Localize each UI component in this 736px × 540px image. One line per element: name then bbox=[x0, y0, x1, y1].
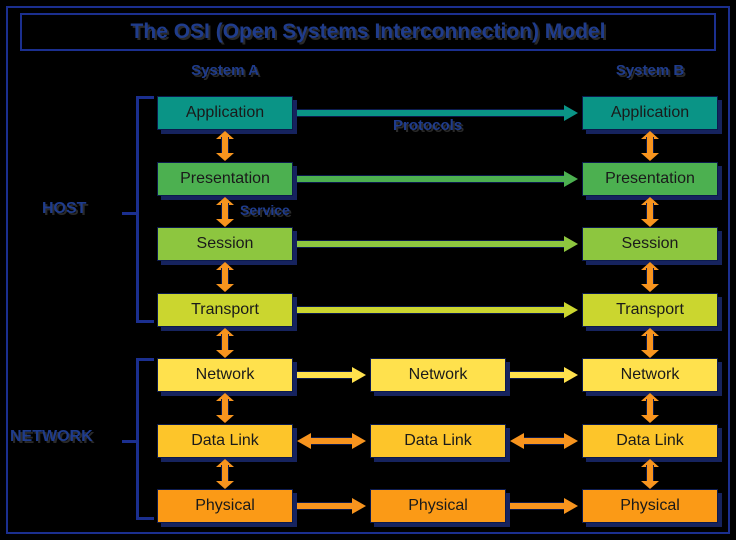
layer-box-label: Session bbox=[196, 235, 254, 252]
arrow-shaft bbox=[297, 306, 564, 314]
protocol-arrow-application bbox=[297, 105, 578, 121]
arrow-shaft bbox=[297, 371, 352, 379]
layer-box-application-system-b[interactable]: Application bbox=[582, 96, 718, 130]
arrow-shaft bbox=[297, 502, 352, 510]
arrowhead-down-icon bbox=[216, 350, 234, 358]
layer-box-network-system-a[interactable]: Network bbox=[157, 358, 293, 392]
arrowhead-right-icon bbox=[564, 498, 578, 514]
page-title: The OSI (Open Systems Interconnection) M… bbox=[130, 20, 606, 43]
arrowhead-down-icon bbox=[641, 153, 659, 161]
arrow-shaft bbox=[510, 371, 564, 379]
service-arrow-vertical bbox=[216, 197, 234, 227]
layer-box-label: Network bbox=[408, 366, 468, 383]
arrowhead-right-icon bbox=[564, 105, 578, 121]
arrow-shaft bbox=[311, 437, 352, 445]
layer-box-label: Physical bbox=[195, 497, 255, 514]
layer-box-label: Transport bbox=[191, 301, 259, 318]
protocol-arrow-network-left-segment bbox=[297, 367, 366, 383]
protocol-arrow-data-link-left-segment bbox=[297, 433, 366, 449]
layer-box-network-system-b[interactable]: Network bbox=[582, 358, 718, 392]
title-box: The OSI (Open Systems Interconnection) M… bbox=[20, 13, 716, 51]
protocol-arrow-network-right-segment bbox=[510, 367, 578, 383]
layer-box-data-link-system-b[interactable]: Data Link bbox=[582, 424, 718, 458]
layer-box-application-system-a[interactable]: Application bbox=[157, 96, 293, 130]
layer-box-session-system-b[interactable]: Session bbox=[582, 227, 718, 261]
layer-box-label: Application bbox=[610, 104, 690, 121]
arrowhead-right-icon bbox=[352, 367, 366, 383]
layer-box-transport-system-a[interactable]: Transport bbox=[157, 293, 293, 327]
arrow-shaft bbox=[297, 109, 564, 117]
layer-box-label: Network bbox=[620, 366, 680, 383]
service-arrow-vertical bbox=[641, 262, 659, 292]
arrowhead-right-icon bbox=[564, 171, 578, 187]
layer-box-label: Data Link bbox=[616, 432, 684, 449]
layer-box-label: Data Link bbox=[191, 432, 259, 449]
layer-box-network-intermediate[interactable]: Network bbox=[370, 358, 506, 392]
arrowhead-right-icon bbox=[352, 433, 366, 449]
arrowhead-right-icon bbox=[352, 498, 366, 514]
layer-box-presentation-system-a[interactable]: Presentation bbox=[157, 162, 293, 196]
protocol-arrow-data-link-right-segment bbox=[510, 433, 578, 449]
service-arrow-vertical bbox=[641, 459, 659, 489]
layer-box-label: Session bbox=[621, 235, 679, 252]
protocol-arrow-physical-right-segment bbox=[510, 498, 578, 514]
arrowhead-down-icon bbox=[641, 284, 659, 292]
arrowhead-left-icon bbox=[510, 433, 524, 449]
layer-box-label: Physical bbox=[620, 497, 680, 514]
arrowhead-down-icon bbox=[641, 415, 659, 423]
column-caption-system-b: System B bbox=[615, 62, 685, 79]
arrowhead-left-icon bbox=[297, 433, 311, 449]
layer-box-physical-system-a[interactable]: Physical bbox=[157, 489, 293, 523]
layer-box-label: Data Link bbox=[404, 432, 472, 449]
layer-box-data-link-system-a[interactable]: Data Link bbox=[157, 424, 293, 458]
arrow-shaft bbox=[297, 175, 564, 183]
arrowhead-down-icon bbox=[216, 284, 234, 292]
layer-box-label: Transport bbox=[616, 301, 684, 318]
service-arrow-vertical bbox=[216, 459, 234, 489]
arrowhead-down-icon bbox=[641, 350, 659, 358]
layer-box-label: Network bbox=[195, 366, 255, 383]
arrowhead-right-icon bbox=[564, 367, 578, 383]
annotation-service: Service bbox=[240, 202, 290, 218]
bracket-host-layers bbox=[136, 96, 154, 323]
arrowhead-down-icon bbox=[216, 219, 234, 227]
service-arrow-vertical bbox=[216, 262, 234, 292]
arrowhead-right-icon bbox=[564, 433, 578, 449]
arrowhead-down-icon bbox=[641, 219, 659, 227]
service-arrow-vertical bbox=[641, 131, 659, 161]
arrow-shaft bbox=[510, 502, 564, 510]
arrowhead-down-icon bbox=[216, 481, 234, 489]
arrow-shaft bbox=[297, 240, 564, 248]
layer-box-label: Application bbox=[185, 104, 265, 121]
service-arrow-vertical bbox=[216, 131, 234, 161]
service-arrow-vertical bbox=[216, 393, 234, 423]
arrowhead-right-icon bbox=[564, 236, 578, 252]
arrow-shaft bbox=[524, 437, 564, 445]
service-arrow-vertical bbox=[641, 197, 659, 227]
layer-box-session-system-a[interactable]: Session bbox=[157, 227, 293, 261]
service-arrow-vertical bbox=[641, 393, 659, 423]
arrowhead-down-icon bbox=[641, 481, 659, 489]
arrowhead-right-icon bbox=[564, 302, 578, 318]
layer-box-label: Presentation bbox=[180, 170, 270, 187]
layer-box-label: Presentation bbox=[605, 170, 695, 187]
column-caption-system-a: System A bbox=[191, 62, 259, 79]
arrowhead-down-icon bbox=[216, 153, 234, 161]
protocol-arrow-physical-left-segment bbox=[297, 498, 366, 514]
layer-box-transport-system-b[interactable]: Transport bbox=[582, 293, 718, 327]
layer-box-label: Physical bbox=[408, 497, 468, 514]
layer-box-presentation-system-b[interactable]: Presentation bbox=[582, 162, 718, 196]
bracket-network-layers bbox=[136, 358, 154, 520]
arrowhead-down-icon bbox=[216, 415, 234, 423]
protocol-arrow-transport bbox=[297, 302, 578, 318]
service-arrow-vertical bbox=[641, 328, 659, 358]
layer-box-data-link-intermediate[interactable]: Data Link bbox=[370, 424, 506, 458]
layer-box-physical-system-b[interactable]: Physical bbox=[582, 489, 718, 523]
protocol-arrow-presentation bbox=[297, 171, 578, 187]
group-label-network: NETWORK bbox=[10, 428, 93, 445]
group-label-host: HOST bbox=[42, 200, 87, 217]
protocol-arrow-session bbox=[297, 236, 578, 252]
service-arrow-vertical bbox=[216, 328, 234, 358]
layer-box-physical-intermediate[interactable]: Physical bbox=[370, 489, 506, 523]
